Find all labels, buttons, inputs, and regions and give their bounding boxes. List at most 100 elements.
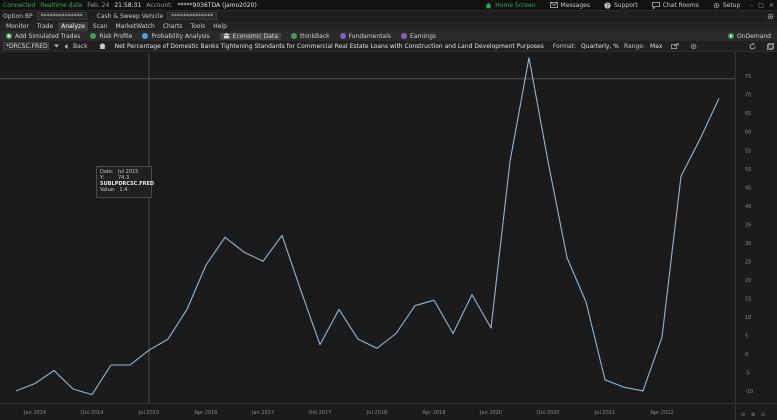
maximize-button[interactable]: □ xyxy=(758,2,764,9)
tab-analyze[interactable]: Analyze xyxy=(58,21,88,31)
y-tick-label: 50 xyxy=(745,167,751,173)
zoom-out-icon[interactable]: ⊖ xyxy=(741,412,745,418)
y-tick-label: 45 xyxy=(745,185,751,191)
main-menu: Monitor Trade Analyze Scan MarketWatch C… xyxy=(0,21,777,31)
chart-title: Net Percentage of Domestic Banks Tighten… xyxy=(114,42,544,50)
chat-rooms-label: Chat Rooms xyxy=(662,1,699,9)
messages-button[interactable]: Messages xyxy=(549,2,590,9)
thinkback-tab[interactable]: thinkBack xyxy=(290,32,330,40)
fundamentals-icon xyxy=(339,33,346,39)
option-bp-label: Option BP xyxy=(3,12,33,20)
account-label: Account: xyxy=(146,1,173,9)
tab-trade[interactable]: Trade xyxy=(34,22,56,31)
add-simulated-trades-tab[interactable]: Add Simulated Trades xyxy=(6,33,80,40)
cash-sweep-label: Cash & Sweep Vehicle xyxy=(96,12,164,20)
format-label: Format: xyxy=(552,42,577,50)
x-tick-label: Apr 2022 xyxy=(651,410,674,416)
risk-profile-icon xyxy=(90,33,97,39)
y-tick-label: 65 xyxy=(745,111,751,117)
range-label: Range: xyxy=(623,42,646,50)
chat-icon xyxy=(651,1,660,9)
back-arrow-icon[interactable] xyxy=(64,43,68,49)
zoom-in-icon[interactable]: ⊕ xyxy=(751,412,755,418)
cash-sweep-value: ************** xyxy=(167,12,218,20)
economic-data-tab[interactable]: Economic Data xyxy=(219,32,281,40)
y-tick-label: 25 xyxy=(745,259,751,265)
x-tick-label: Jul 2015 xyxy=(138,410,159,416)
bank-icon xyxy=(222,33,230,39)
y-tick-label: 60 xyxy=(745,130,751,136)
tab-monitor[interactable]: Monitor xyxy=(3,22,32,31)
economic-data-label: Economic Data xyxy=(232,32,278,40)
earnings-label: Earnings xyxy=(410,32,437,40)
y-tick-label: 5 xyxy=(745,333,748,339)
tooltip-value-value: 1.4 xyxy=(119,187,128,193)
ondemand-label: OnDemand xyxy=(737,32,771,40)
symbol-input[interactable]: *DRCSC.FRED xyxy=(3,42,49,50)
fundamentals-label: Fundamentals xyxy=(348,32,391,40)
setup-button[interactable]: Setup xyxy=(713,2,740,9)
risk-profile-tab[interactable]: Risk Profile xyxy=(90,33,132,40)
earnings-icon xyxy=(401,33,407,39)
home-screen-button[interactable]: Home Screen xyxy=(485,1,536,9)
question-icon: ? xyxy=(604,1,611,9)
plus-icon xyxy=(6,33,12,39)
y-tick-label: 35 xyxy=(745,222,751,228)
svg-text:?: ? xyxy=(606,3,609,8)
account-bar: Option BP ************** Cash & Sweep Ve… xyxy=(0,11,777,21)
detach-window-icon[interactable] xyxy=(767,42,774,50)
support-label: Support xyxy=(613,1,638,9)
economic-data-chart[interactable]: -10 -5 0 5 10 15 20 25 30 35 40 45 50 55 60 65 70 75 Jan 2… xyxy=(0,52,777,420)
setup-label: Setup xyxy=(722,1,741,9)
thinkback-icon xyxy=(290,33,297,39)
x-tick-label: Jan 2014 xyxy=(23,410,46,416)
chat-rooms-button[interactable]: Chat Rooms xyxy=(651,1,699,9)
x-tick-label: Jul 2018 xyxy=(366,410,387,416)
analyze-toolbar: Add Simulated Trades Risk Profile Probab… xyxy=(0,31,777,41)
support-button[interactable]: ? Support xyxy=(604,2,638,9)
x-tick-label: Oct 2017 xyxy=(309,410,332,416)
zoom-fit-icon[interactable]: ⊙ xyxy=(761,412,765,418)
close-window-button[interactable]: ✕ xyxy=(769,2,774,9)
y-tick-label: 55 xyxy=(745,148,751,154)
share-icon[interactable] xyxy=(671,43,680,49)
refresh-icon[interactable] xyxy=(749,42,756,50)
probability-analysis-tab[interactable]: Probability Analysis xyxy=(142,32,210,40)
chart-area[interactable]: -10 -5 0 5 10 15 20 25 30 35 40 45 50 55 60 65 70 75 Jan 2… xyxy=(0,52,777,420)
tab-marketwatch[interactable]: MarketWatch xyxy=(113,22,158,31)
y-tick-label: 0 xyxy=(745,352,748,358)
ondemand-icon xyxy=(728,33,735,39)
dropdown-arrow-icon[interactable] xyxy=(54,44,59,48)
envelope-icon xyxy=(549,2,558,8)
y-tick-label: -10 xyxy=(745,389,753,395)
y-tick-label: 15 xyxy=(745,296,751,302)
probability-analysis-label: Probability Analysis xyxy=(151,32,210,40)
fundamentals-tab[interactable]: Fundamentals xyxy=(339,32,391,40)
y-tick-label: -5 xyxy=(745,370,750,376)
y-tick-label: 20 xyxy=(745,278,751,284)
tab-help[interactable]: Help xyxy=(210,22,230,31)
y-tick-label: 10 xyxy=(745,315,751,321)
back-button[interactable]: Back xyxy=(73,43,88,50)
risk-profile-label: Risk Profile xyxy=(99,32,133,40)
earnings-tab[interactable]: Earnings xyxy=(401,33,436,40)
tab-scan[interactable]: Scan xyxy=(90,22,111,31)
x-tick-label: Jan 2017 xyxy=(251,410,274,416)
range-selector[interactable]: Max xyxy=(650,43,662,50)
chart-settings-icon[interactable] xyxy=(690,43,697,50)
minimize-button[interactable]: – xyxy=(750,2,753,9)
home-screen-label: Home Screen xyxy=(495,1,536,9)
tooltip-value-label: Value: xyxy=(100,187,116,193)
tab-charts[interactable]: Charts xyxy=(160,22,186,31)
format-selector[interactable]: Quarterly, % xyxy=(581,43,619,50)
account-selector[interactable]: *****9036TDA (jamo2020) xyxy=(178,2,257,9)
x-tick-label: Apr 2019 xyxy=(423,410,446,416)
tab-tools[interactable]: Tools xyxy=(187,22,208,31)
home-icon[interactable] xyxy=(98,43,106,49)
thinkback-label: thinkBack xyxy=(299,32,330,40)
time-display: 21:58:31 xyxy=(114,1,142,9)
settings-gear-icon[interactable] xyxy=(767,13,774,20)
ondemand-button[interactable]: OnDemand xyxy=(728,33,771,40)
x-tick-label: Apr 2016 xyxy=(195,410,218,416)
x-tick-label: Oct 2020 xyxy=(537,410,560,416)
